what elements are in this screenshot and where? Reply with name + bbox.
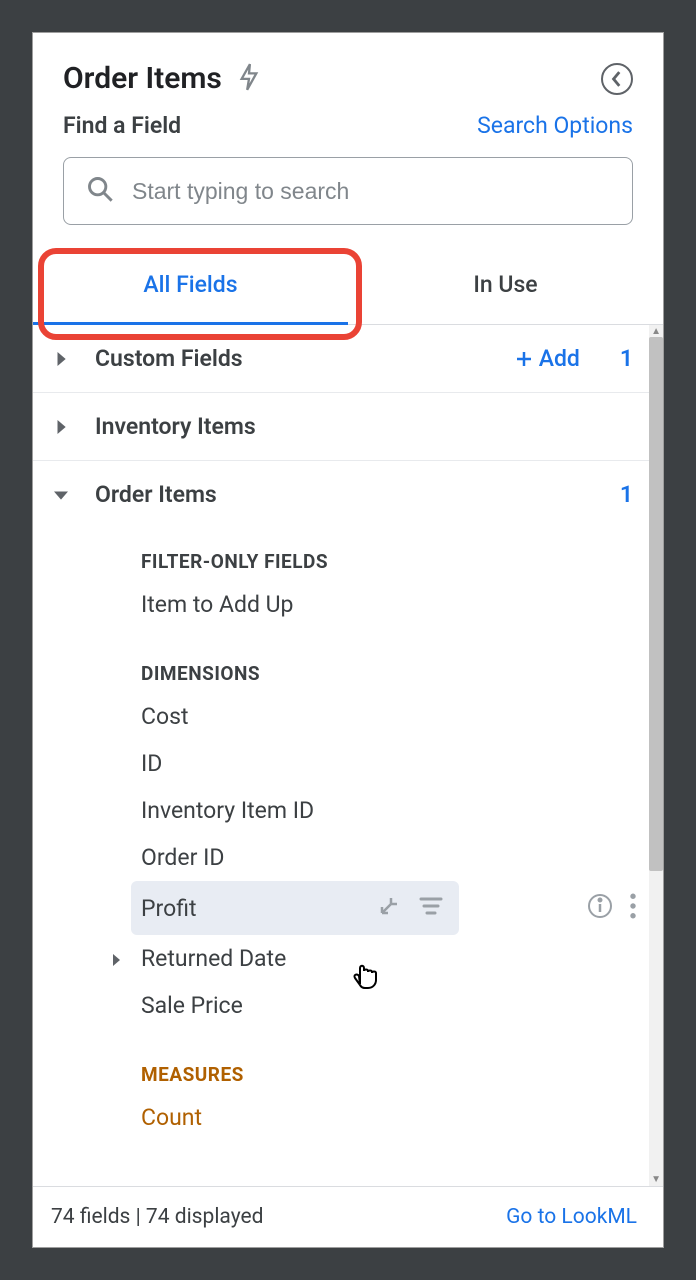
group-dimensions: DIMENSIONS [33, 628, 663, 693]
search-icon [86, 175, 114, 207]
lightning-icon[interactable] [238, 62, 260, 96]
field-sale-price[interactable]: Sale Price [33, 982, 663, 1029]
scroll-up-arrow[interactable]: ▲ [651, 326, 661, 337]
footer-status: 74 fields | 74 displayed [51, 1205, 263, 1229]
field-order-id[interactable]: Order ID [33, 834, 663, 881]
title-area: Order Items [63, 61, 260, 96]
section-order-items[interactable]: Order Items 1 [33, 461, 663, 528]
group-filter-only: FILTER-ONLY FIELDS [33, 528, 663, 581]
scrollbar-track[interactable]: ▲ ▼ [649, 325, 663, 1186]
panel-title: Order Items [63, 61, 222, 96]
field-profit-label: Profit [141, 895, 196, 922]
find-field-label: Find a Field [63, 112, 181, 139]
footer: 74 fields | 74 displayed Go to LookML [33, 1186, 663, 1247]
chevron-right-icon [51, 352, 71, 366]
tab-in-use[interactable]: In Use [348, 245, 663, 324]
field-hover-actions [377, 893, 449, 923]
field-inventory-item-id[interactable]: Inventory Item ID [33, 787, 663, 834]
search-labels: Find a Field Search Options [63, 112, 633, 139]
tabs: All Fields In Use [33, 245, 663, 325]
pivot-icon[interactable] [377, 893, 401, 923]
collapse-panel-button[interactable] [601, 63, 633, 95]
field-cost[interactable]: Cost [33, 693, 663, 740]
section-inventory-items-label: Inventory Items [95, 413, 633, 440]
section-order-items-label: Order Items [95, 481, 620, 508]
field-list: Custom Fields Add 1 Inventory Items Orde… [33, 325, 663, 1186]
field-item-to-add-up[interactable]: Item to Add Up [33, 581, 663, 628]
search-input[interactable] [132, 178, 610, 205]
go-to-lookml-link[interactable]: Go to LookML [506, 1205, 637, 1229]
chevron-down-icon [51, 489, 71, 501]
chevron-right-icon [111, 945, 141, 972]
info-icon[interactable] [587, 893, 613, 923]
search-input-wrapper[interactable] [63, 157, 633, 225]
chevron-right-icon [51, 420, 71, 434]
field-picker-panel: Order Items Find a Field Search Options … [32, 32, 664, 1248]
search-options-link[interactable]: Search Options [477, 112, 633, 139]
custom-fields-count: 1 [620, 345, 633, 372]
section-custom-fields-label: Custom Fields [95, 345, 515, 372]
field-returned-date[interactable]: Returned Date [33, 935, 663, 982]
tab-all-fields[interactable]: All Fields [33, 245, 348, 324]
tab-all-fields-label: All Fields [143, 271, 237, 298]
field-count[interactable]: Count [33, 1094, 663, 1141]
add-label: Add [539, 345, 580, 372]
panel-header: Order Items [33, 33, 663, 112]
order-items-count: 1 [620, 481, 633, 508]
field-id[interactable]: ID [33, 740, 663, 787]
section-custom-fields[interactable]: Custom Fields Add 1 [33, 325, 663, 393]
scroll-down-arrow[interactable]: ▼ [651, 1174, 661, 1185]
kebab-menu-icon[interactable] [629, 893, 637, 923]
section-inventory-items[interactable]: Inventory Items [33, 393, 663, 461]
scrollbar-thumb[interactable] [649, 337, 663, 871]
filter-icon[interactable] [419, 895, 443, 922]
add-custom-field-button[interactable]: Add [515, 345, 580, 372]
tab-in-use-label: In Use [473, 271, 537, 298]
search-section: Find a Field Search Options [33, 112, 663, 245]
field-profit[interactable]: Profit [131, 881, 459, 935]
group-measures: MEASURES [33, 1029, 663, 1094]
field-returned-date-label: Returned Date [141, 945, 286, 972]
plus-icon [515, 350, 533, 368]
